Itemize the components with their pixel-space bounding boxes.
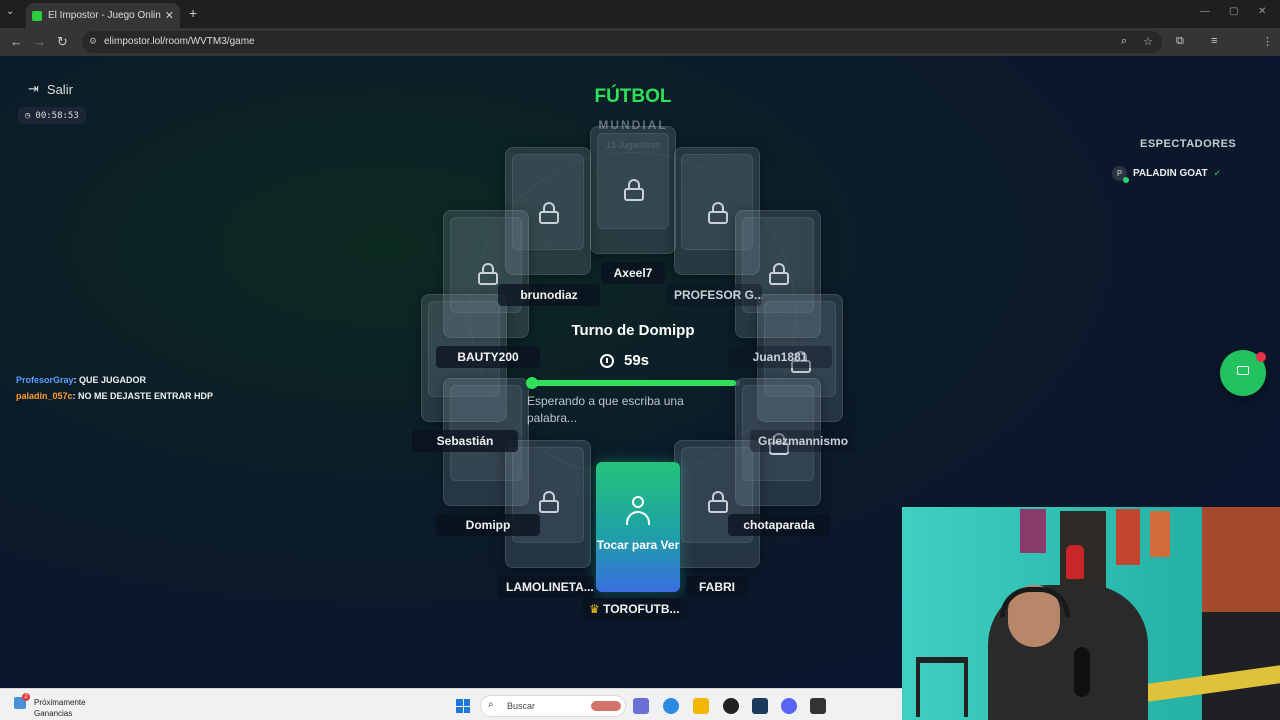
player-name: BAUTY200	[436, 346, 540, 368]
teams-icon[interactable]	[633, 698, 649, 714]
category-title: FÚTBOL	[594, 86, 672, 107]
santa-figure	[1066, 545, 1084, 579]
player-name: PROFESOR G...	[666, 284, 762, 306]
url-text: elimpostor.lol/room/WVTM3/game	[104, 36, 255, 47]
site-info-icon[interactable]: ⚙	[89, 36, 109, 58]
lock-icon	[624, 179, 644, 201]
file-explorer-icon[interactable]	[693, 698, 709, 714]
player-name: LAMOLINETA...	[498, 576, 594, 598]
close-tab-icon[interactable]: ✕	[165, 9, 174, 22]
back-icon[interactable]: ←	[10, 34, 23, 49]
widgets-badge: 2	[22, 693, 30, 701]
browser-tab-bar: ⌄ El Impostor - Juego Online Gra ✕ + — ▢…	[0, 0, 1280, 28]
lock-icon	[478, 263, 498, 285]
os-taskbar: 2 Próximamente Ganancias ⌕ Buscar	[0, 688, 902, 720]
progress-knob	[526, 377, 538, 389]
discord-icon[interactable]	[781, 698, 797, 714]
microphone-icon	[1074, 647, 1090, 697]
obs-icon[interactable]	[723, 698, 739, 714]
zoom-icon[interactable]: ⌕	[1121, 35, 1127, 48]
lock-icon	[708, 202, 728, 224]
notification-badge	[1256, 352, 1266, 362]
my-card[interactable]: Tocar para Ver	[596, 462, 680, 592]
turn-title: Turno de Domipp	[571, 322, 695, 339]
player-name: Axeel7	[601, 262, 665, 284]
browser-tab-active[interactable]: El Impostor - Juego Online Gra ✕	[26, 3, 180, 28]
elapsed-timer: ◷ 00:58:53	[18, 107, 86, 124]
player-name-host: ♛ TOROFUTB...	[581, 598, 687, 620]
search-highlight-image	[591, 701, 621, 711]
extensions-icon[interactable]: ⧉	[1176, 35, 1184, 48]
widgets-line1: Próximamente	[34, 698, 86, 707]
turn-progress-bar	[526, 377, 740, 389]
tab-list-chevron-icon[interactable]: ⌄	[6, 6, 14, 17]
exit-icon: ⇥	[28, 81, 39, 96]
search-placeholder: Buscar	[507, 701, 536, 711]
chat-message: paladin_057c: NO ME DEJASTE ENTRAR HDP	[16, 388, 213, 404]
exit-label: Salir	[46, 81, 73, 97]
reload-icon[interactable]: ↻	[57, 34, 68, 50]
player-card-lamolineta[interactable]	[505, 440, 591, 568]
verified-check-icon: ✓	[1213, 168, 1222, 178]
crown-icon: ♛	[589, 602, 600, 616]
chat-username: ProfesorGray	[16, 375, 74, 385]
search-icon: ⌕	[488, 699, 494, 710]
stopwatch-icon: ◷	[25, 110, 31, 121]
spectators-title: ESPECTADORES	[1140, 138, 1237, 150]
player-name: Sebastián	[412, 430, 518, 452]
media-controls-icon[interactable]: ≡	[1211, 35, 1217, 47]
seconds-left: 59s	[624, 352, 650, 369]
minimize-icon[interactable]: —	[1200, 6, 1210, 17]
more-menu-icon[interactable]: ⋮	[1262, 35, 1273, 48]
exit-button[interactable]: ⇥ Salir	[28, 81, 73, 97]
player-name: FABRI	[686, 576, 748, 598]
chat-overlay: ProfesorGray: QUE JUGADOR paladin_057c: …	[16, 372, 213, 404]
lock-icon	[539, 491, 559, 513]
chat-text: : QUE JUGADOR	[73, 375, 147, 385]
lock-icon	[708, 491, 728, 513]
timer-icon	[600, 353, 614, 368]
site-favicon-icon	[32, 10, 42, 21]
player-name: Griezmannismo	[750, 430, 854, 452]
turn-status: Esperando a que escriba una palabra...	[527, 394, 684, 425]
bookmark-star-icon[interactable]: ☆	[1143, 35, 1153, 48]
lock-icon	[769, 263, 789, 285]
chat-message: ProfesorGray: QUE JUGADOR	[16, 372, 213, 388]
user-icon	[626, 496, 650, 526]
widgets-line2: Ganancias	[34, 709, 73, 718]
stool	[916, 657, 968, 717]
steam-icon[interactable]	[752, 698, 768, 714]
host-name: TOROFUTB...	[603, 602, 680, 616]
close-window-icon[interactable]: ✕	[1258, 6, 1266, 17]
player-name: chotaparada	[728, 514, 830, 536]
lock-icon	[539, 202, 559, 224]
maximize-icon[interactable]: ▢	[1229, 6, 1238, 17]
url-field[interactable]: ⚙ elimpostor.lol/room/WVTM3/game	[82, 31, 1162, 53]
turn-countdown: 59s	[600, 352, 649, 369]
player-name: Juan1881	[728, 346, 832, 368]
chat-bubble-icon	[1237, 366, 1249, 375]
progress-fill	[526, 380, 736, 386]
start-button-icon[interactable]	[456, 699, 470, 713]
chat-text: : NO ME DEJASTE ENTRAR HDP	[72, 391, 214, 401]
chat-username: paladin_057c	[16, 391, 73, 401]
address-toolbar: ← → ↻ ⚙ elimpostor.lol/room/WVTM3/game ⌕…	[0, 28, 1280, 76]
spectator-avatar: P	[1112, 166, 1129, 183]
elapsed-time: 00:58:53	[35, 110, 79, 121]
player-name: Domipp	[436, 514, 540, 536]
forward-icon[interactable]: →	[33, 34, 46, 49]
tab-title: El Impostor - Juego Online Gra	[48, 10, 161, 21]
webcam-overlay	[902, 507, 1280, 720]
spectator-item: P PALADIN GOAT ✓	[1112, 166, 1222, 183]
spectator-name: PALADIN GOAT	[1133, 168, 1208, 179]
chrome-icon[interactable]	[663, 698, 679, 714]
terminal-icon[interactable]	[810, 698, 826, 714]
player-name: brunodiaz	[498, 284, 600, 306]
new-tab-icon[interactable]: +	[189, 5, 197, 21]
my-card-label: Tocar para Ver	[596, 538, 680, 552]
chat-button[interactable]	[1220, 350, 1266, 396]
taskbar-search[interactable]: ⌕ Buscar	[480, 695, 626, 717]
player-card-axeel7[interactable]	[590, 126, 676, 254]
player-card-fabri[interactable]	[674, 440, 760, 568]
